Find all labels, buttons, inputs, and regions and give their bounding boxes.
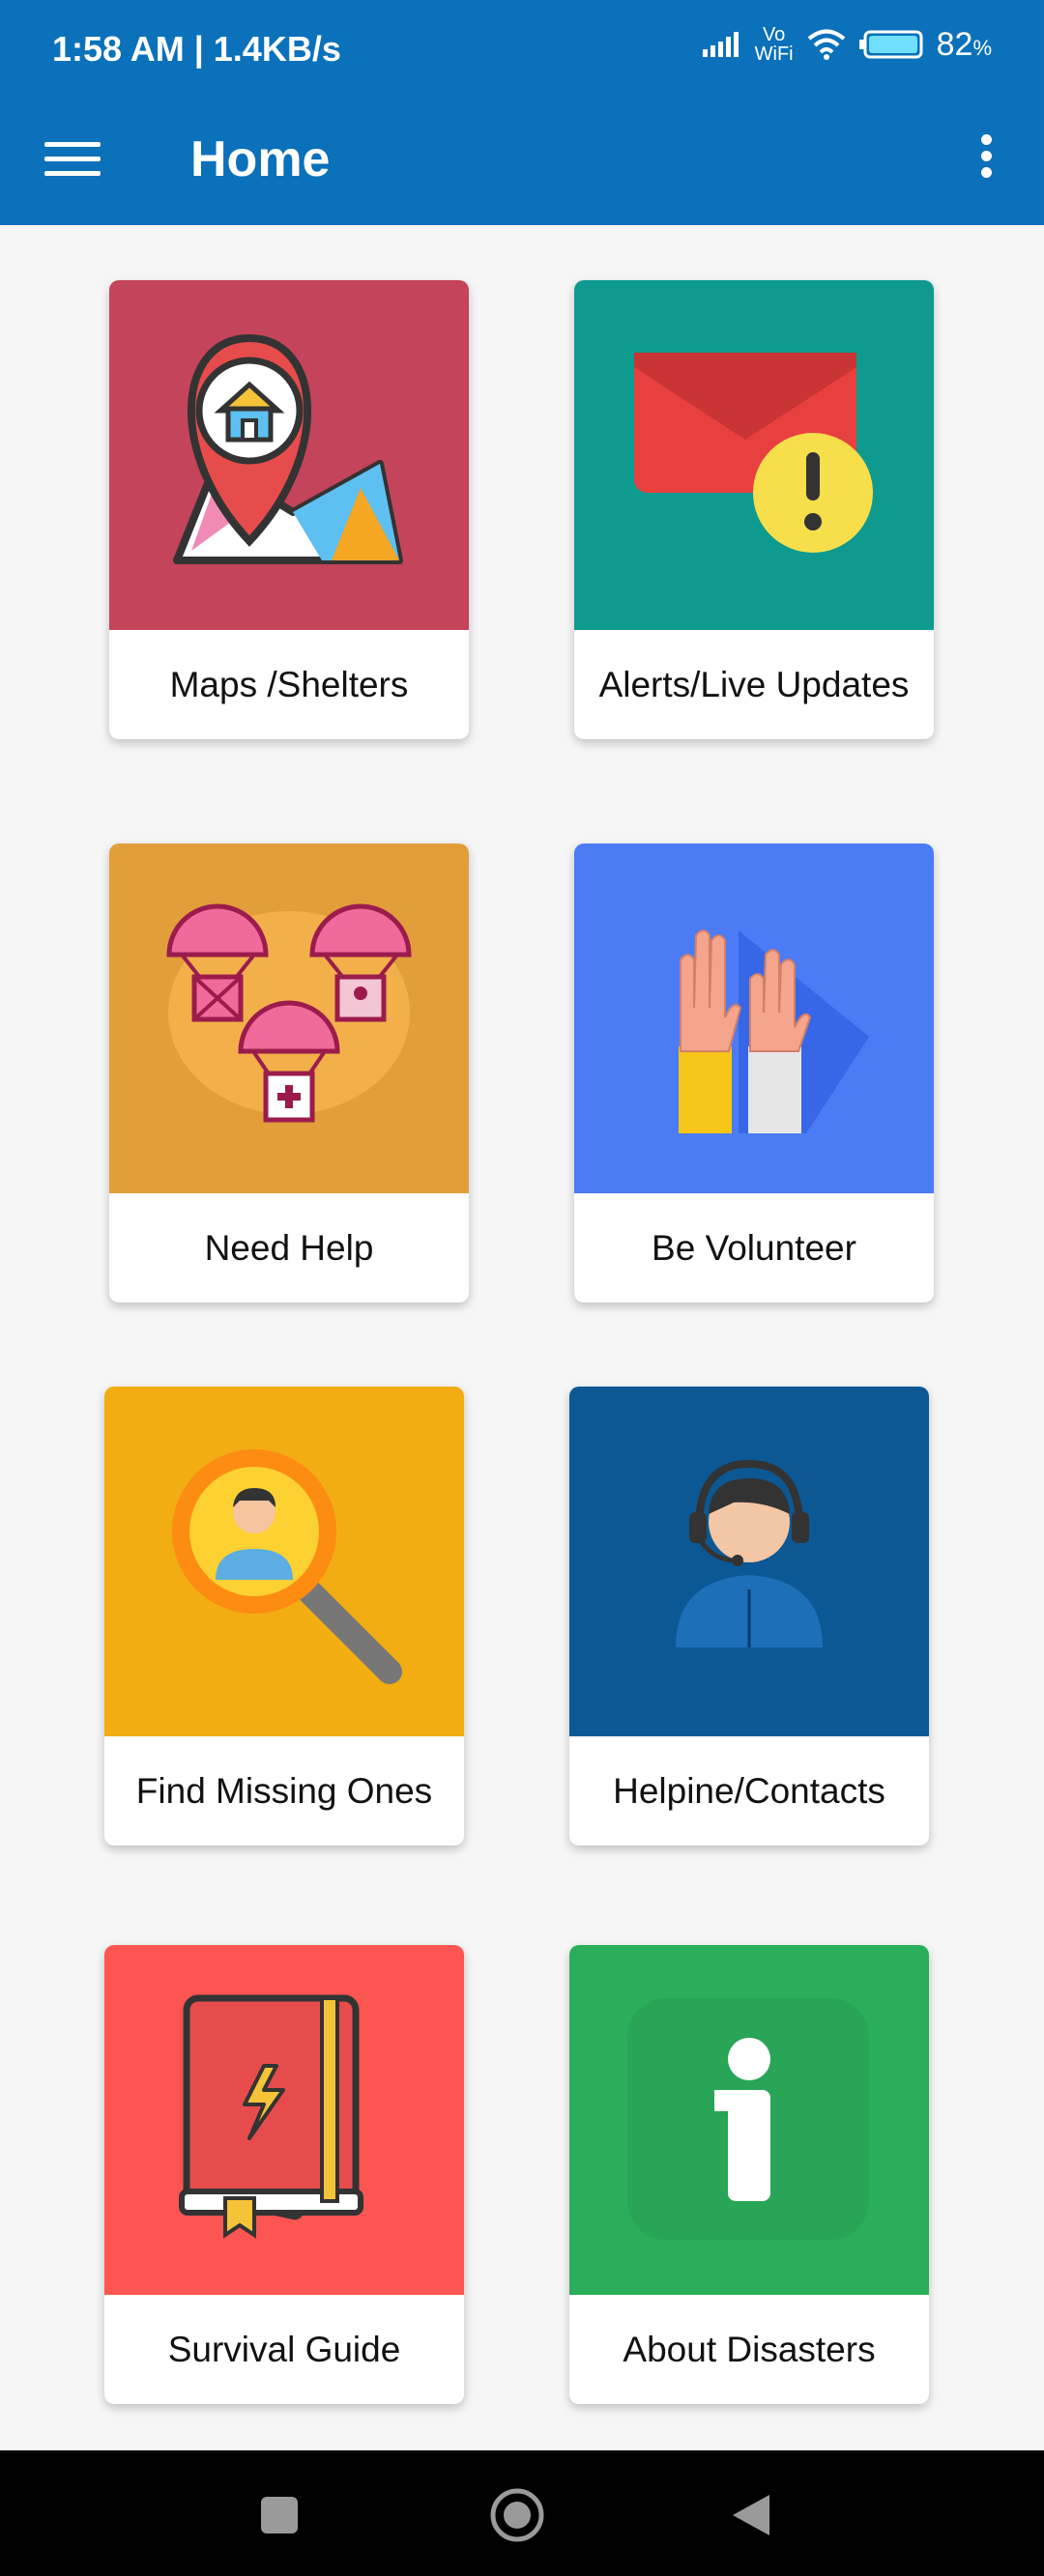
tile-be-volunteer[interactable]: Be Volunteer bbox=[574, 844, 934, 1302]
tile-about-disasters-art bbox=[569, 1945, 929, 2295]
battery-percent: 82% bbox=[936, 25, 992, 63]
tile-find-missing-art bbox=[104, 1387, 464, 1736]
system-nav-bar bbox=[0, 2450, 1044, 2576]
tile-label: About Disasters bbox=[623, 2329, 876, 2369]
tile-label: Maps /Shelters bbox=[169, 664, 409, 704]
tile-label: Alerts/Live Updates bbox=[598, 664, 910, 704]
tile-helpline-contacts[interactable]: Helpine/Contacts bbox=[569, 1387, 929, 1846]
tile-label: Survival Guide bbox=[167, 2329, 401, 2369]
tile-find-missing-ones[interactable]: Find Missing Ones bbox=[104, 1387, 464, 1846]
tile-alerts-art bbox=[574, 280, 934, 630]
info-icon bbox=[627, 1998, 869, 2240]
tile-maps-shelters-art bbox=[109, 280, 469, 630]
envelope-alert-icon bbox=[634, 353, 873, 553]
tile-survival-guide[interactable]: Survival Guide bbox=[104, 1945, 464, 2404]
raised-hands-icon bbox=[679, 930, 869, 1133]
page-title: Home bbox=[190, 131, 331, 187]
magnifier-person-icon bbox=[172, 1449, 402, 1684]
status-time-speed: 1:58 AM | 1.4KB/s bbox=[52, 29, 341, 69]
tile-need-help[interactable]: Need Help bbox=[109, 844, 469, 1302]
tile-label: Need Help bbox=[204, 1227, 374, 1268]
tile-maps-shelters[interactable]: Maps /Shelters bbox=[109, 280, 469, 739]
hamburger-menu-icon[interactable] bbox=[44, 132, 101, 188]
book-lightning-icon bbox=[179, 1994, 363, 2239]
headset-agent-icon bbox=[676, 1459, 823, 1647]
tile-label: Find Missing Ones bbox=[135, 1770, 433, 1811]
status-bar: 1:58 AM | 1.4KB/s Vo WiFi 82% bbox=[0, 0, 1044, 101]
wifi-icon bbox=[807, 29, 845, 60]
back-icon[interactable] bbox=[729, 2493, 773, 2537]
app-bar: Home bbox=[0, 101, 1044, 225]
tile-need-help-art bbox=[109, 844, 469, 1193]
map-pin-house-icon bbox=[173, 333, 403, 564]
tile-helpline-art bbox=[569, 1387, 929, 1736]
overflow-menu-icon[interactable] bbox=[974, 129, 998, 198]
recent-apps-icon[interactable] bbox=[259, 2495, 300, 2535]
parachute-supplies-icon bbox=[166, 903, 412, 1123]
tile-about-disasters[interactable]: About Disasters bbox=[569, 1945, 929, 2404]
tile-volunteer-art bbox=[574, 844, 934, 1193]
home-icon[interactable] bbox=[489, 2487, 545, 2543]
tile-label: Helpine/Contacts bbox=[613, 1770, 885, 1811]
tile-label: Be Volunteer bbox=[652, 1227, 856, 1268]
signal-icon bbox=[702, 32, 739, 57]
tile-survival-guide-art bbox=[104, 1945, 464, 2295]
battery-icon bbox=[858, 30, 923, 59]
vowifi-label: Vo WiFi bbox=[754, 24, 794, 65]
tile-alerts-live-updates[interactable]: Alerts/Live Updates bbox=[574, 280, 934, 739]
